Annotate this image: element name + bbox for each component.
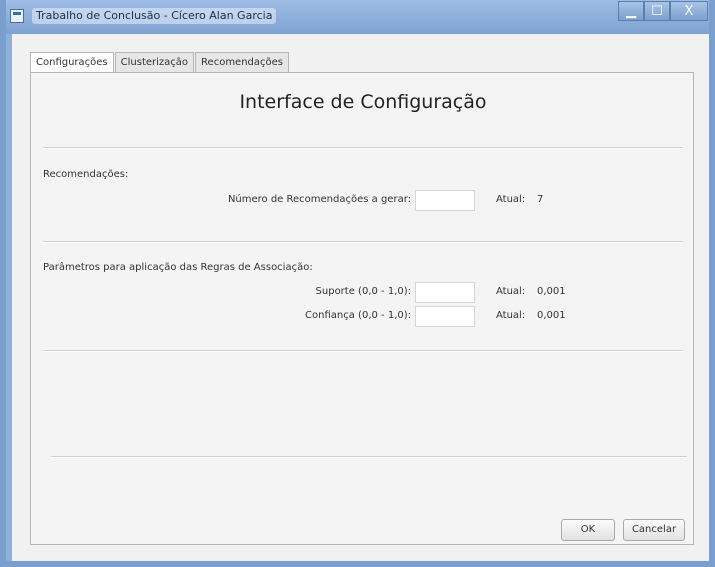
divider-middle	[43, 241, 683, 243]
confianca-atual-value: 0,001	[537, 310, 566, 321]
cancel-button[interactable]: Cancelar	[623, 519, 685, 541]
num-recomendacoes-atual-value: 7	[537, 194, 544, 205]
app-window: Trabalho de Conclusão - Cícero Alan Garc…	[0, 0, 715, 567]
close-button[interactable]: X	[670, 1, 708, 21]
divider-lower	[43, 350, 683, 352]
divider-bottom	[51, 456, 687, 458]
title-bar[interactable]: Trabalho de Conclusão - Cícero Alan Garc…	[6, 0, 709, 34]
window-title: Trabalho de Conclusão - Cícero Alan Garc…	[32, 8, 277, 24]
tab-clusterizacao[interactable]: Clusterização	[114, 52, 195, 72]
regras-section-label: Parâmetros para aplicação das Regras de …	[43, 262, 313, 273]
app-icon	[10, 9, 24, 23]
suporte-label: Suporte (0,0 - 1,0):	[315, 286, 411, 297]
num-recomendacoes-atual-label: Atual:	[496, 194, 526, 205]
tab-configuracoes[interactable]: Configurações	[30, 52, 114, 73]
confianca-atual-label: Atual:	[496, 310, 526, 321]
config-panel: Interface de Configuração Recomendações:…	[30, 72, 694, 545]
confianca-input[interactable]	[415, 306, 475, 327]
confianca-label: Confiança (0,0 - 1,0):	[305, 310, 411, 321]
num-recomendacoes-label: Número de Recomendações a gerar:	[227, 194, 411, 205]
suporte-atual-label: Atual:	[496, 286, 526, 297]
minimize-button[interactable]: ▁	[618, 1, 644, 21]
recomendacoes-section-label: Recomendações:	[43, 169, 129, 180]
suporte-atual-value: 0,001	[537, 286, 566, 297]
ok-button[interactable]: OK	[561, 519, 615, 541]
window-client-area: Configurações Clusterização Recomendaçõe…	[12, 34, 709, 561]
tab-bar: Configurações Clusterização Recomendaçõe…	[30, 52, 290, 73]
num-recomendacoes-input[interactable]	[415, 190, 475, 211]
divider-top	[43, 147, 683, 149]
suporte-input[interactable]	[415, 282, 475, 303]
page-title: Interface de Configuração	[239, 91, 487, 113]
tab-recomendacoes[interactable]: Recomendações	[195, 52, 289, 72]
maximize-button[interactable]: ☐	[644, 1, 670, 21]
